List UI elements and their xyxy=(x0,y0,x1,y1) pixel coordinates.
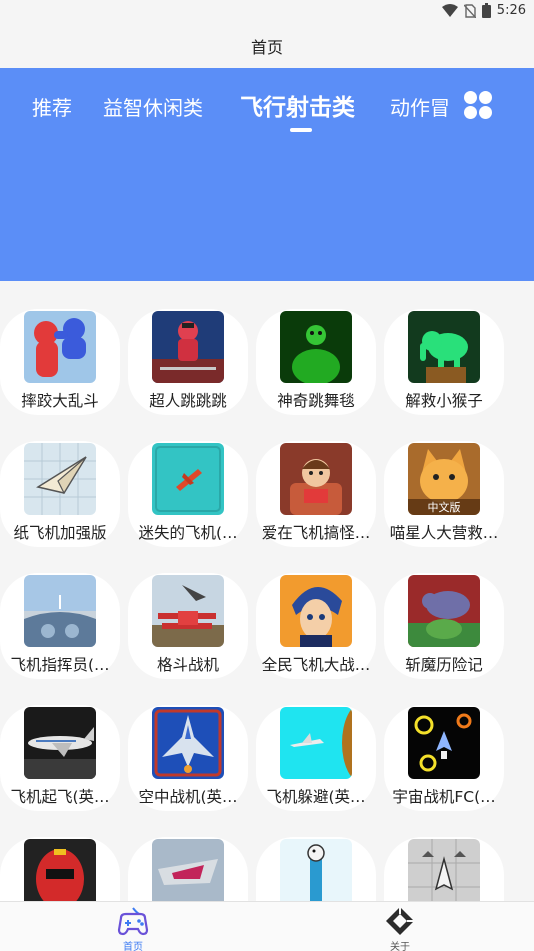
boy-seat-thumb xyxy=(280,443,352,515)
game-name: 全民飞机大战… xyxy=(261,656,371,674)
svg-text:中文版: 中文版 xyxy=(428,500,461,514)
game-card[interactable] xyxy=(256,837,376,901)
tab-recommend[interactable]: 推荐 xyxy=(32,92,72,121)
game-card[interactable]: 摔跤大乱斗 xyxy=(0,309,120,415)
game-card[interactable]: 飞机躲避(英… xyxy=(256,705,376,811)
game-name: 解救小猴子 xyxy=(405,392,483,410)
game-name: 喵星人大营救… xyxy=(389,524,499,542)
game-grid: 摔跤大乱斗 超人跳跳跳 神奇跳舞毯 解救小猴子 纸飞机加强版 迷失的飞机(… 爱… xyxy=(0,281,534,901)
category-tabs: 推荐 益智休闲类 飞行射击类 动作冒 xyxy=(0,68,460,148)
game-card[interactable]: 超人跳跳跳 xyxy=(128,309,248,415)
elephant-thumb xyxy=(408,311,480,383)
page-title: 首页 xyxy=(250,38,283,57)
game-name: 神奇跳舞毯 xyxy=(277,392,355,410)
paper-plane-thumb xyxy=(24,443,96,515)
game-name: 纸飞机加强版 xyxy=(13,524,107,542)
nav-home-label: 首页 xyxy=(123,942,143,951)
game-name: 斩魔历险记 xyxy=(405,656,483,674)
game-name: 迷失的飞机(… xyxy=(138,524,238,542)
game-name: 飞机指挥员(… xyxy=(10,656,110,674)
game-card[interactable]: 格斗战机 xyxy=(128,573,248,679)
nav-about-label: 关于 xyxy=(390,942,410,951)
game-name: 摔跤大乱斗 xyxy=(21,392,99,410)
game-name: 空中战机(英… xyxy=(138,788,238,806)
game-card[interactable]: 爱在飞机搞怪… xyxy=(256,441,376,547)
red-plane-thumb xyxy=(152,443,224,515)
cyan-plane-thumb xyxy=(280,707,352,779)
category-grid-icon[interactable] xyxy=(464,91,492,119)
wifi-icon xyxy=(441,3,458,17)
game-card[interactable]: 飞机指挥员(… xyxy=(0,573,120,679)
game-card[interactable]: 空中战机(英… xyxy=(128,705,248,811)
jet-fighter-thumb xyxy=(152,707,224,779)
nav-about[interactable]: 关于 xyxy=(360,904,440,951)
fighter-grid-thumb xyxy=(408,839,480,901)
game-card[interactable]: 全民飞机大战… xyxy=(256,573,376,679)
game-card[interactable] xyxy=(384,837,504,901)
game-name: 爱在飞机搞怪… xyxy=(261,524,371,542)
gamepad-icon xyxy=(117,907,149,936)
wrestling-thumb xyxy=(24,311,96,383)
game-card[interactable]: 斩魔历险记 xyxy=(384,573,504,679)
tab-flight-shooting[interactable]: 飞行射击类 xyxy=(240,88,355,122)
ranger-thumb xyxy=(24,839,96,901)
bird-tower-thumb xyxy=(280,839,352,901)
game-name: 超人跳跳跳 xyxy=(149,392,227,410)
game-card[interactable] xyxy=(0,837,120,901)
game-name: 格斗战机 xyxy=(156,656,219,674)
bottom-navigation: 首页 关于 xyxy=(0,901,534,951)
battery-icon xyxy=(481,3,491,18)
game-name: 飞机起飞(英… xyxy=(10,788,110,806)
space-shooter-thumb xyxy=(408,707,480,779)
game-card[interactable]: 飞机起飞(英… xyxy=(0,705,120,811)
superhero-thumb xyxy=(152,311,224,383)
category-tab-panel: 推荐 益智休闲类 飞行射击类 动作冒 xyxy=(0,68,534,281)
game-card[interactable]: 纸飞机加强版 xyxy=(0,441,120,547)
status-bar: 5:26 xyxy=(0,0,534,24)
airliner-thumb xyxy=(24,707,96,779)
game-card[interactable]: 迷失的飞机(… xyxy=(128,441,248,547)
cat-thumb: 中文版 xyxy=(408,443,480,515)
diamond-logo-icon xyxy=(386,907,414,935)
game-card[interactable]: 中文版 喵星人大营救… xyxy=(384,441,504,547)
game-card[interactable] xyxy=(128,837,248,901)
game-name: 宇宙战机FC(… xyxy=(392,788,496,806)
no-sim-icon xyxy=(463,3,476,18)
game-card[interactable]: 宇宙战机FC(… xyxy=(384,705,504,811)
tab-puzzle-casual[interactable]: 益智休闲类 xyxy=(103,92,203,121)
tab-action-adventure[interactable]: 动作冒 xyxy=(390,92,450,121)
green-creature-thumb xyxy=(280,311,352,383)
biplane-thumb xyxy=(152,575,224,647)
game-card[interactable]: 神奇跳舞毯 xyxy=(256,309,376,415)
game-name: 飞机躲避(英… xyxy=(266,788,366,806)
status-time: 5:26 xyxy=(496,3,526,18)
title-bar: 首页 xyxy=(0,24,534,68)
anime-pilot-thumb xyxy=(280,575,352,647)
active-tab-indicator xyxy=(290,128,312,132)
nav-home[interactable]: 首页 xyxy=(93,904,173,951)
monster-thumb xyxy=(408,575,480,647)
racing-jet-thumb xyxy=(152,839,224,901)
game-card[interactable]: 解救小猴子 xyxy=(384,309,504,415)
cockpit-thumb xyxy=(24,575,96,647)
